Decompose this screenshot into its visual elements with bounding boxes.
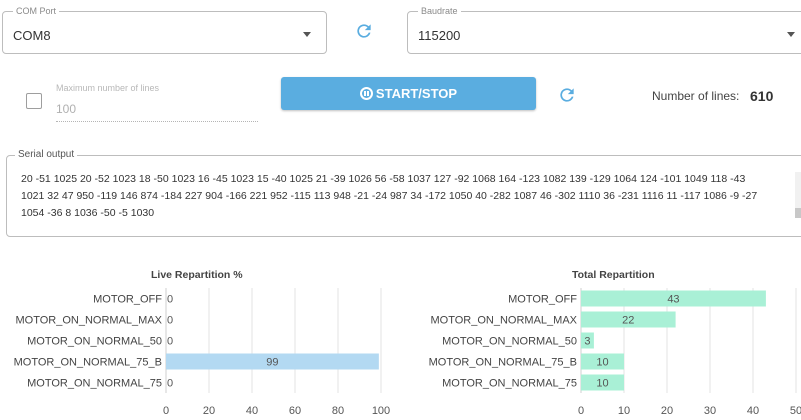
- line-count-value: 610: [750, 88, 774, 104]
- data-label: 0: [167, 336, 173, 348]
- data-label: 99: [266, 357, 278, 369]
- category-label: MOTOR_ON_NORMAL_50: [27, 336, 162, 348]
- com-port-select[interactable]: COM Port COM8: [2, 5, 327, 54]
- x-tick-label: 0: [578, 405, 584, 417]
- max-lines-underline: [56, 121, 258, 122]
- total-repartition-chart: 0 10 20 30 40 50 MOTOR_OFF 43 MOTOR_ON_NORMAL_MA…: [429, 288, 801, 417]
- x-tick-label: 80: [332, 405, 344, 417]
- start-stop-label: START/STOP: [375, 86, 458, 101]
- x-tick-label: 0: [163, 405, 169, 417]
- x-tick-label: 40: [747, 405, 759, 417]
- serial-output-text: 20 -51 1025 20 -52 1023 18 -50 1023 16 -…: [21, 173, 758, 219]
- line-count-label: Number of lines:: [652, 89, 740, 103]
- category-label: MOTOR_ON_NORMAL_50: [442, 336, 577, 348]
- refresh-icon[interactable]: [354, 21, 374, 41]
- category-label: MOTOR_ON_NORMAL_75: [27, 378, 162, 390]
- start-stop-button[interactable]: START/STOP: [281, 77, 536, 110]
- com-port-label: COM Port: [13, 5, 60, 17]
- category-label: MOTOR_OFF: [508, 294, 577, 306]
- baudrate-value: 115200: [418, 28, 461, 43]
- x-tick-label: 30: [704, 405, 716, 417]
- category-label: MOTOR_ON_NORMAL_75_B: [429, 357, 577, 369]
- pause-circle-icon: [359, 87, 373, 100]
- data-label: 3: [584, 336, 590, 348]
- max-lines-label: Maximum number of lines: [56, 83, 160, 93]
- serial-output-label: Serial output: [15, 149, 78, 161]
- data-label: 0: [167, 294, 173, 306]
- chevron-down-icon: [787, 32, 795, 37]
- category-label: MOTOR_ON_NORMAL_75_B: [14, 357, 162, 369]
- baudrate-label: Baudrate: [418, 5, 461, 17]
- data-label: 10: [596, 378, 608, 390]
- x-tick-label: 60: [289, 405, 301, 417]
- category-label: MOTOR_ON_NORMAL_75: [442, 378, 577, 390]
- category-label: MOTOR_ON_NORMAL_MAX: [16, 315, 163, 327]
- x-tick-label: 20: [203, 405, 215, 417]
- com-port-value: COM8: [13, 28, 51, 43]
- serial-output-box[interactable]: Serial output 20 -51 1025 20 -52 1023 18…: [6, 149, 801, 237]
- data-label: 0: [167, 378, 173, 390]
- data-label: 0: [167, 315, 173, 327]
- data-label: 43: [667, 294, 679, 306]
- data-label: 22: [622, 315, 634, 327]
- max-lines-checkbox[interactable]: [26, 93, 42, 109]
- baudrate-select[interactable]: Baudrate 115200: [407, 5, 801, 54]
- x-tick-label: 10: [618, 405, 630, 417]
- live-repartition-chart: 0 20 40 60 80 100 MOTOR_OFF 0 MOTOR_ON_NORMAL_MA…: [14, 288, 390, 417]
- x-tick-label: 40: [246, 405, 258, 417]
- serial-scrollbar[interactable]: [795, 172, 801, 218]
- max-lines-input[interactable]: 100: [56, 102, 76, 116]
- x-tick-label: 20: [661, 405, 673, 417]
- refresh-icon[interactable]: [557, 85, 577, 105]
- x-tick-label: 100: [372, 405, 390, 417]
- x-tick-label: 50: [790, 405, 801, 417]
- data-label: 10: [596, 357, 608, 369]
- scrollbar-thumb[interactable]: [795, 208, 801, 218]
- chevron-down-icon: [303, 32, 311, 37]
- category-label: MOTOR_OFF: [93, 294, 162, 306]
- category-label: MOTOR_ON_NORMAL_MAX: [431, 315, 578, 327]
